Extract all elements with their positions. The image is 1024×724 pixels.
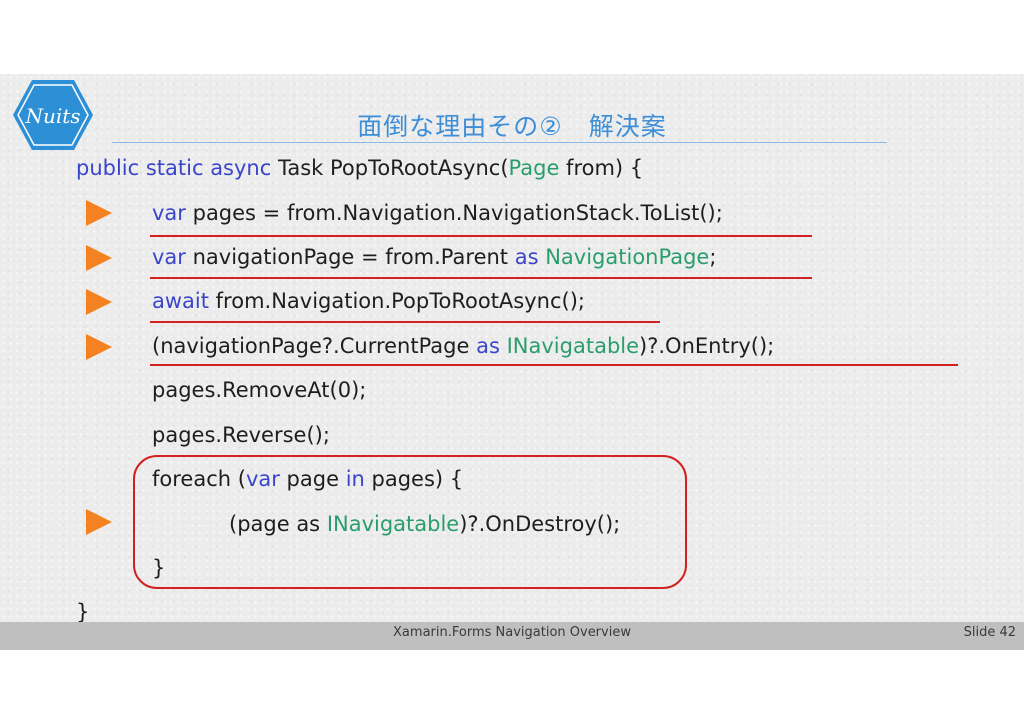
code-line-1: public static async Task PopToRootAsync(… bbox=[76, 156, 644, 180]
arrow-marker-icon bbox=[86, 200, 112, 226]
slide-title: 面倒な理由その② 解決案 bbox=[357, 112, 667, 141]
slide-number: Slide 42 bbox=[963, 625, 1016, 640]
annotation-underline bbox=[150, 277, 812, 279]
code-line-6: pages.RemoveAt(0); bbox=[152, 378, 367, 402]
arrow-marker-icon bbox=[86, 245, 112, 271]
annotation-box bbox=[133, 455, 687, 589]
code-line-3: var navigationPage = from.Parent as Navi… bbox=[152, 245, 717, 269]
annotation-underline bbox=[150, 364, 958, 366]
footer-title: Xamarin.Forms Navigation Overview bbox=[393, 625, 631, 640]
code-line-2: var pages = from.Navigation.NavigationSt… bbox=[152, 201, 723, 225]
title-divider bbox=[112, 142, 887, 143]
code-line-4: await from.Navigation.PopToRootAsync(); bbox=[152, 289, 585, 313]
annotation-underline bbox=[150, 235, 812, 237]
arrow-marker-icon bbox=[86, 509, 112, 535]
footer-bar: Xamarin.Forms Navigation Overview Slide … bbox=[0, 622, 1024, 650]
annotation-underline bbox=[150, 321, 660, 323]
arrow-marker-icon bbox=[86, 289, 112, 315]
arrow-marker-icon bbox=[86, 334, 112, 360]
code-line-5: (navigationPage?.CurrentPage as INavigat… bbox=[152, 334, 775, 358]
code-line-7: pages.Reverse(); bbox=[152, 423, 330, 447]
